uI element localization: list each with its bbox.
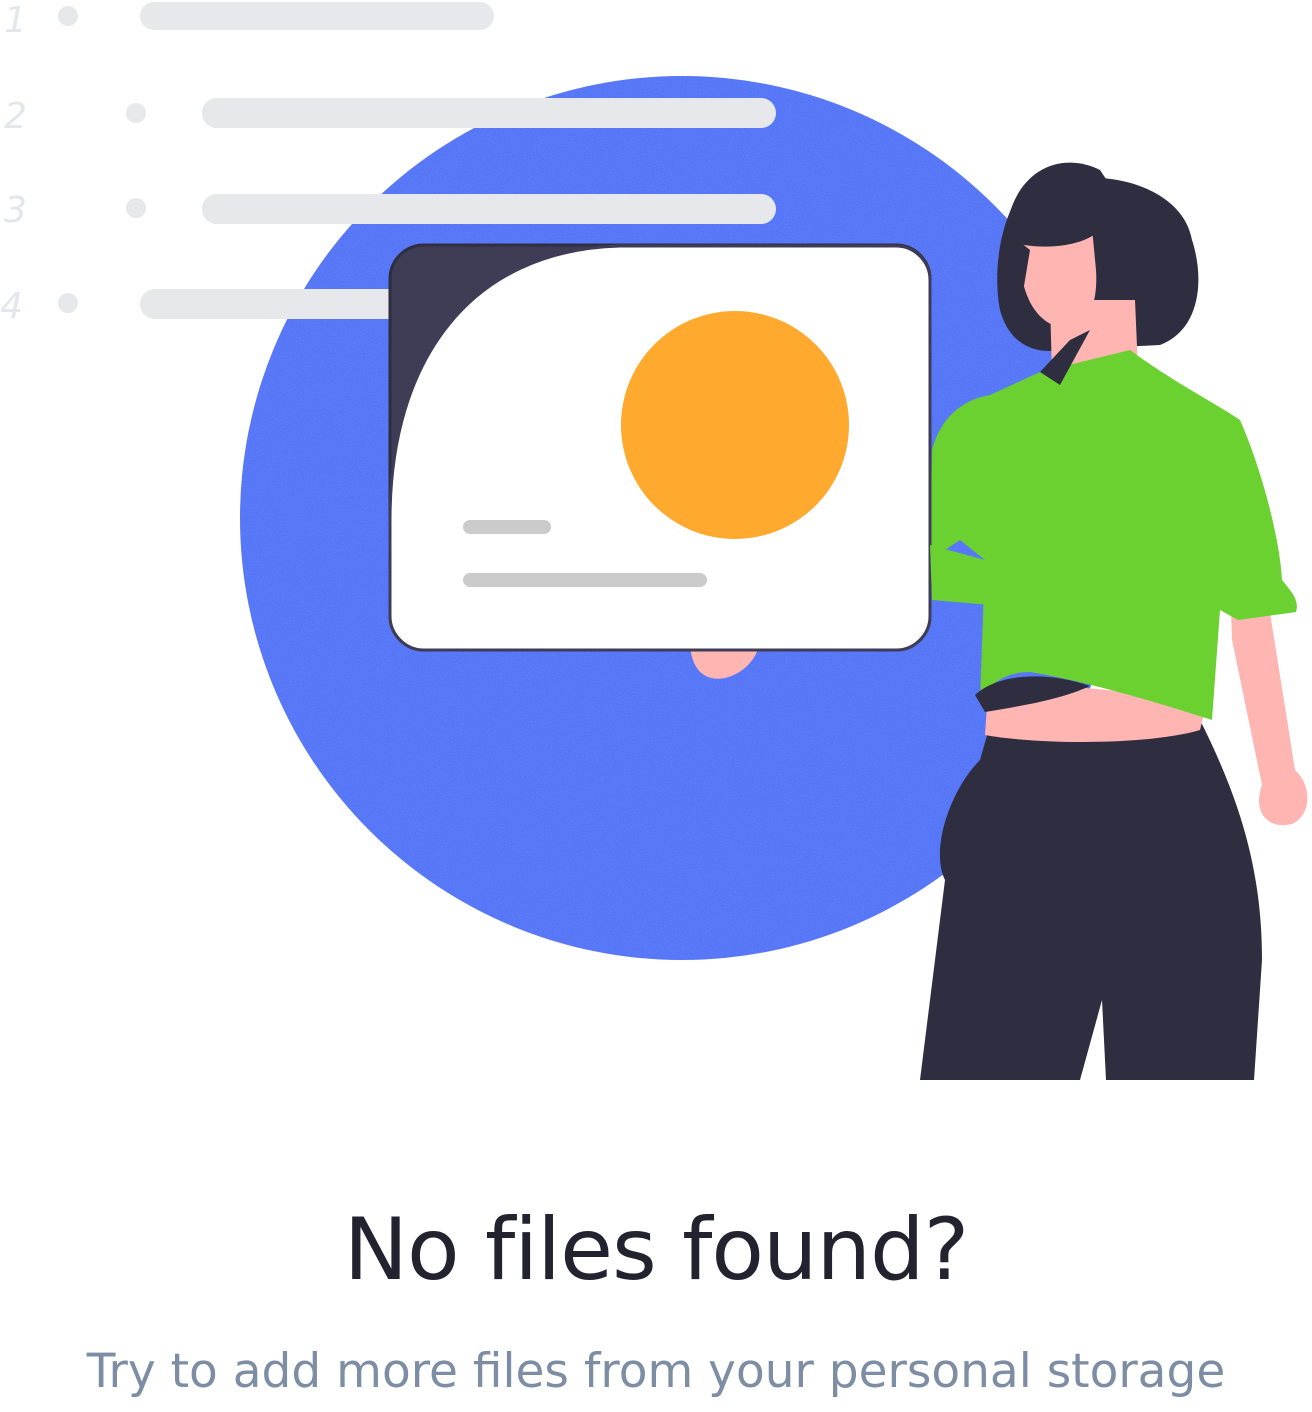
list-bullet	[58, 293, 78, 313]
list-number: 1	[4, 0, 27, 41]
hair-bangs	[1005, 162, 1110, 247]
list-line-overlay	[202, 194, 776, 224]
empty-files-illustration: 1 2 3 4	[0, 0, 1308, 1080]
empty-state-title: No files found?	[343, 1200, 970, 1300]
list-number: 2	[4, 96, 27, 137]
card-caption-line	[463, 573, 707, 587]
empty-state: 1 2 3 4 No files found? Try to add more …	[0, 0, 1312, 1412]
list-number: 4	[0, 286, 23, 327]
list-bullet	[126, 103, 146, 123]
list-line	[140, 2, 494, 30]
list-row: 4	[0, 286, 78, 327]
list-row: 1	[4, 0, 494, 41]
list-line-overlay	[202, 98, 776, 128]
list-bullet	[126, 198, 146, 218]
sun-icon	[621, 311, 849, 539]
empty-state-subtitle: Try to add more files from your personal…	[86, 1344, 1226, 1399]
list-bullet	[58, 6, 78, 26]
list-number: 3	[4, 190, 27, 231]
image-card	[388, 243, 932, 652]
pants	[920, 720, 1262, 1080]
card-caption-line	[463, 520, 551, 534]
list-line	[140, 289, 430, 319]
